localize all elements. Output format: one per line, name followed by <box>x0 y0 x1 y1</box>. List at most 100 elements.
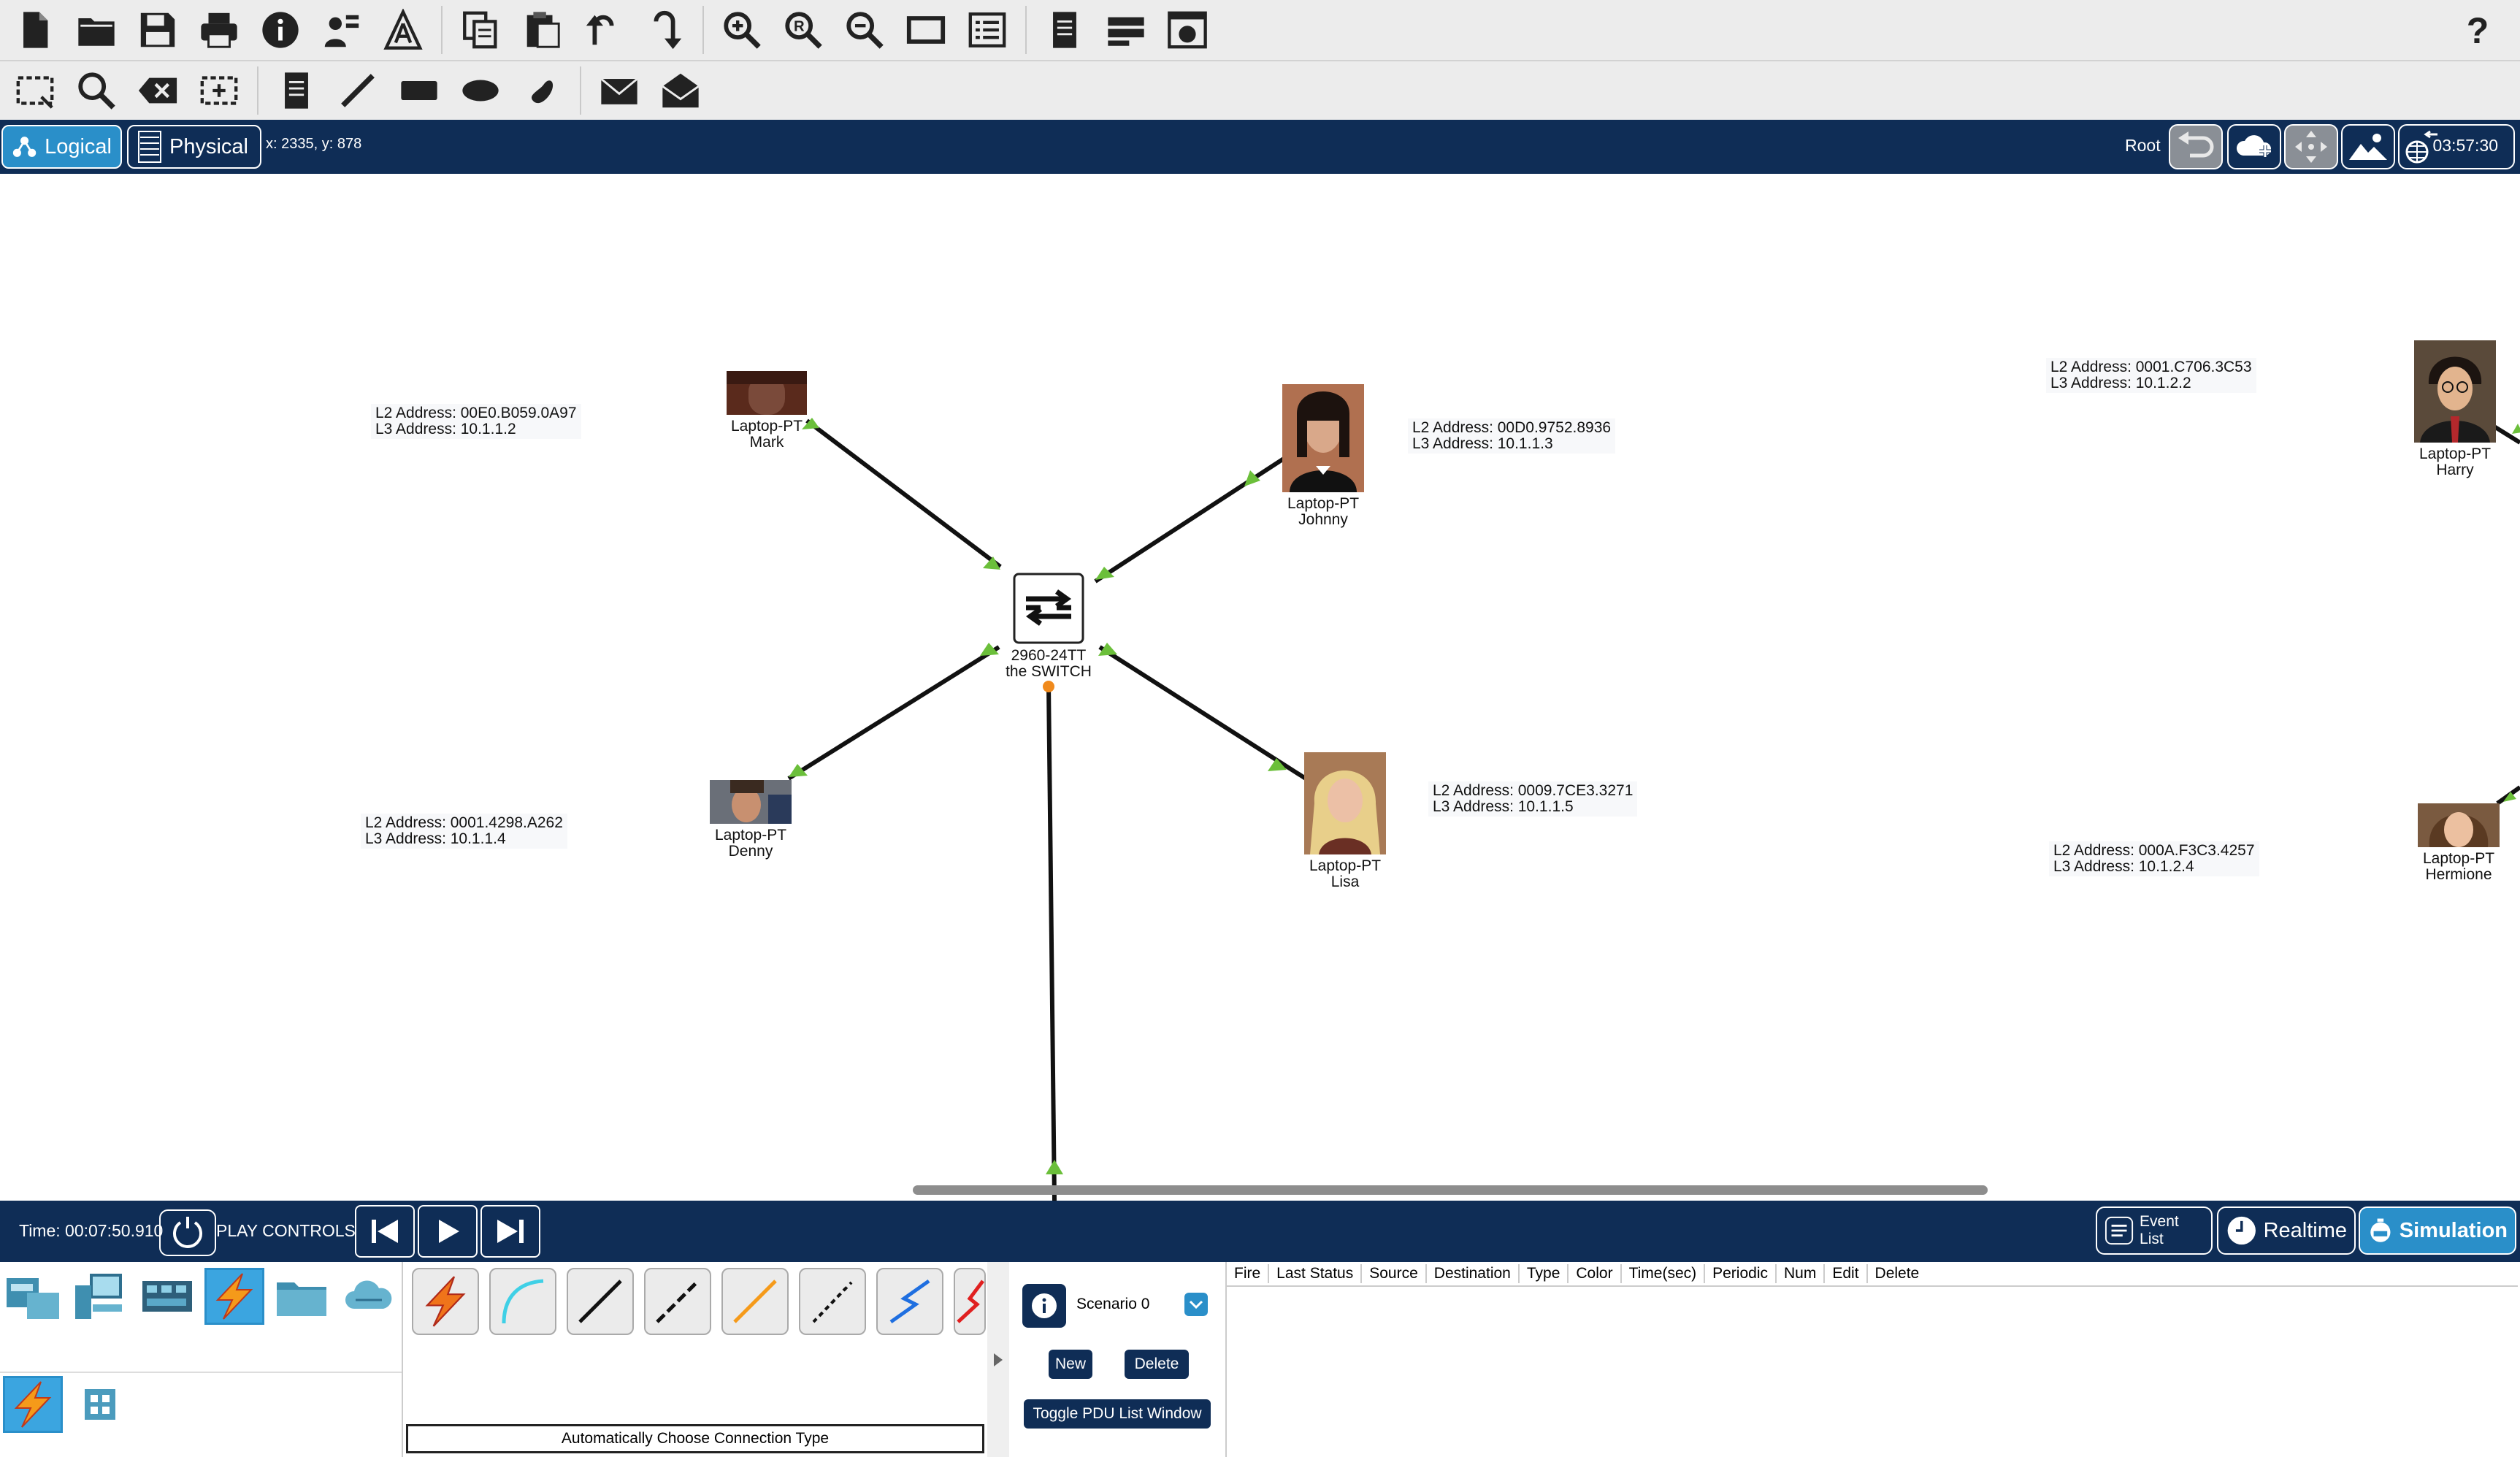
category-miscellaneous[interactable] <box>272 1268 332 1325</box>
device-model: Laptop-PT <box>730 418 803 435</box>
back-button[interactable] <box>2169 124 2223 169</box>
device-laptop-denny[interactable]: Laptop-PT Denny <box>705 780 796 860</box>
note-icon[interactable] <box>270 64 323 117</box>
complex-pdu-icon[interactable] <box>654 64 707 117</box>
connection-copper-cross[interactable] <box>644 1268 711 1335</box>
custom-devices-icon[interactable] <box>961 4 1014 56</box>
horizontal-scrollbar[interactable] <box>913 1185 1988 1195</box>
clock-time: 03:57:30 <box>2432 136 2498 155</box>
connection-fiber[interactable] <box>721 1268 789 1335</box>
zoom-reset-icon[interactable]: R <box>777 4 830 56</box>
category-network-devices[interactable] <box>3 1268 63 1325</box>
link-status-pending <box>1043 681 1054 692</box>
new-cluster-button[interactable] <box>2227 124 2281 169</box>
delete-scenario-button[interactable]: Delete <box>1125 1350 1189 1379</box>
resize-icon[interactable] <box>193 64 245 117</box>
subcategory-grid[interactable] <box>70 1376 130 1433</box>
ellipse-icon[interactable] <box>454 64 507 117</box>
components-icon <box>142 1281 192 1312</box>
activity-wizard-icon[interactable] <box>315 4 368 56</box>
reset-time-button[interactable] <box>159 1209 216 1256</box>
move-object-button[interactable] <box>2284 124 2338 169</box>
pdu-column-header[interactable]: Color <box>1569 1264 1622 1283</box>
print-icon[interactable] <box>193 4 245 56</box>
undo-icon[interactable] <box>577 4 629 56</box>
new-file-icon[interactable] <box>9 4 61 56</box>
tab-logical[interactable]: Logical <box>1 125 122 169</box>
subcategory-connections[interactable] <box>3 1376 63 1433</box>
triangle-a-icon[interactable] <box>377 4 429 56</box>
back-step-button[interactable] <box>355 1205 415 1258</box>
pdu-column-header[interactable]: Last Status <box>1269 1264 1363 1283</box>
redo-icon[interactable] <box>638 4 691 56</box>
paste-icon[interactable] <box>516 4 568 56</box>
pdu-column-header[interactable]: Edit <box>1825 1264 1868 1283</box>
connection-auto[interactable] <box>412 1268 479 1335</box>
network-links <box>787 418 2520 1201</box>
panel-splitter[interactable] <box>987 1262 1009 1457</box>
pdu-column-header[interactable]: Type <box>1520 1264 1569 1283</box>
pdu-column-header[interactable]: Fire <box>1227 1264 1270 1283</box>
event-list-button[interactable]: Event List <box>2096 1206 2213 1255</box>
forward-step-button[interactable] <box>480 1205 540 1258</box>
toolbar-separator <box>580 66 581 115</box>
category-components[interactable] <box>137 1268 197 1325</box>
copy-icon[interactable] <box>454 4 507 56</box>
realtime-mode-button[interactable]: Realtime <box>2217 1206 2356 1255</box>
link-switch-down <box>1046 684 1057 1201</box>
simulation-mode-button[interactable]: Simulation <box>2359 1206 2516 1255</box>
link-lisa-switch <box>1098 645 1307 781</box>
pdu-column-header[interactable]: Destination <box>1427 1264 1520 1283</box>
info-icon[interactable] <box>254 4 307 56</box>
logical-workspace[interactable]: Laptop-PT Mark L2 Address: 00E0.B059.0A9… <box>0 174 2520 1201</box>
device-laptop-hermione[interactable]: Laptop-PT Hermione <box>2410 803 2508 883</box>
device-laptop-lisa[interactable]: Laptop-PT Lisa <box>1300 752 1390 890</box>
device-laptop-johnny[interactable]: Laptop-PT Johnny <box>1278 384 1368 528</box>
connection-copper-straight[interactable] <box>567 1268 634 1335</box>
pdu-column-header[interactable]: Delete <box>1868 1264 1927 1283</box>
freeform-icon[interactable] <box>516 64 568 117</box>
connection-console[interactable] <box>489 1268 556 1335</box>
l3-address: L3 Address: 10.1.1.2 <box>375 421 516 437</box>
new-scenario-button[interactable]: New <box>1049 1350 1092 1379</box>
device-switch[interactable]: 2960-24TT the SWITCH <box>990 573 1107 680</box>
scenario-info-button[interactable] <box>1022 1284 1066 1328</box>
pdu-column-header[interactable]: Num <box>1777 1264 1826 1283</box>
category-end-devices[interactable] <box>69 1268 129 1325</box>
device-laptop-harry[interactable]: Laptop-PT Harry <box>2410 340 2500 478</box>
play-button[interactable] <box>418 1205 478 1258</box>
delete-icon[interactable] <box>131 64 184 117</box>
connection-phone[interactable] <box>799 1268 866 1335</box>
set-background-button[interactable] <box>2341 124 2395 169</box>
save-icon[interactable] <box>131 4 184 56</box>
tab-physical[interactable]: Physical <box>127 125 261 169</box>
drawing-palette-icon[interactable] <box>900 4 952 56</box>
select-icon[interactable] <box>9 64 61 117</box>
scenario-select[interactable]: Scenario 0 <box>1076 1291 1208 1318</box>
connection-serial-dce[interactable] <box>954 1268 986 1335</box>
zoom-in-icon[interactable] <box>716 4 768 56</box>
connection-coaxial[interactable] <box>876 1268 943 1335</box>
open-folder-icon[interactable] <box>70 4 123 56</box>
cluster-icon[interactable] <box>1100 4 1152 56</box>
l2-address: L2 Address: 00E0.B059.0A97 <box>375 405 577 421</box>
inspect-icon[interactable] <box>70 64 123 117</box>
straight-cable-icon <box>578 1280 622 1323</box>
toolbar-separator <box>257 66 258 115</box>
zoom-out-icon[interactable] <box>838 4 891 56</box>
link-status-up <box>1244 470 1260 486</box>
category-connections[interactable] <box>204 1268 264 1325</box>
pdu-column-header[interactable]: Periodic <box>1705 1264 1777 1283</box>
category-multiuser[interactable] <box>339 1268 399 1325</box>
device-laptop-mark[interactable]: Laptop-PT Mark <box>723 371 811 451</box>
pdu-capture-icon[interactable] <box>1161 4 1214 56</box>
help-icon[interactable]: ? <box>2451 4 2504 57</box>
toggle-pdu-list-button[interactable]: Toggle PDU List Window <box>1024 1399 1211 1429</box>
line-draw-icon[interactable] <box>332 64 384 117</box>
simple-pdu-icon[interactable] <box>593 64 646 117</box>
pdu-column-header[interactable]: Source <box>1362 1264 1427 1283</box>
pdu-column-header[interactable]: Time(sec) <box>1622 1264 1706 1283</box>
notes-icon[interactable] <box>1038 4 1091 56</box>
network-devices-icon <box>7 1278 59 1319</box>
rectangle-icon[interactable] <box>393 64 445 117</box>
